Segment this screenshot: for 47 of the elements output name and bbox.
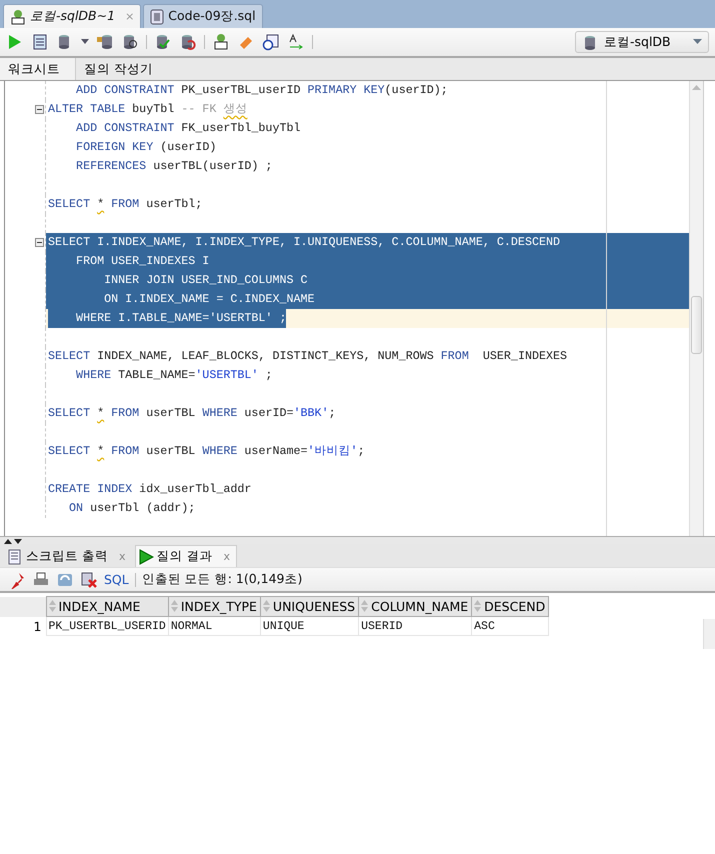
results-tab[interactable]: 질의 결과 x: [134, 545, 237, 567]
script-icon[interactable]: [31, 33, 49, 51]
code-line: CREATE INDEX idx_userTbl_addr: [48, 481, 252, 498]
document-icon: [7, 548, 23, 564]
clear-icon[interactable]: [80, 570, 98, 588]
code-line: SELECT INDEX_NAME, LEAF_BLOCKS, DISTINCT_KEYS, NUM_ROWS FROM USER_INDEXES: [48, 348, 568, 365]
results-tab[interactable]: 스크립트 출력 x: [4, 545, 132, 567]
rollback-icon[interactable]: [179, 33, 197, 51]
code-line: SELECT * FROM userTBL WHERE userID='BBK';: [48, 405, 336, 422]
table-cell: UNIQUE: [260, 616, 359, 636]
code-line: ON userTbl (addr);: [68, 500, 196, 517]
table-cell: ASC: [472, 616, 549, 636]
editor-tab[interactable]: 질의 작성기: [76, 58, 161, 80]
code-line: REFERENCES userTBL(userID) ;: [75, 158, 272, 175]
editor-tab[interactable]: 워크시트: [0, 58, 76, 80]
fold-icon[interactable]: [35, 105, 44, 114]
table-cell: USERID: [358, 616, 472, 636]
code-line: ADD CONSTRAINT PK_userTBL_userID PRIMARY KEY(userID);: [75, 82, 448, 99]
code-line: ALTER TABLE buyTbl -- FK 생성: [48, 101, 248, 118]
play-icon: [138, 548, 154, 564]
document-tab[interactable]: 로컬-sqlDB~1 ×: [3, 4, 142, 28]
sql-link[interactable]: SQL: [104, 572, 129, 587]
scrollbar[interactable]: [703, 619, 715, 649]
row-number: 1: [0, 616, 46, 636]
connection-dropdown[interactable]: 로컬-sqlDB: [575, 31, 709, 53]
column-header[interactable]: UNIQUENESS: [260, 596, 359, 616]
commit-icon[interactable]: [154, 33, 172, 51]
scrollbar[interactable]: [689, 81, 703, 536]
scrollbar-thumb[interactable]: [691, 296, 702, 354]
fetch-status: 인출된 모든 행: 1(0,149초): [142, 571, 302, 588]
document-tab[interactable]: Code-09장.sql: [143, 4, 263, 28]
code-line: ADD CONSTRAINT FK_userTbl_buyTbl: [75, 120, 300, 137]
column-header[interactable]: INDEX_NAME: [46, 596, 168, 616]
fold-icon[interactable]: [35, 238, 44, 247]
caret-icon[interactable]: [81, 39, 89, 45]
table-cell: NORMAL: [168, 616, 260, 636]
code-line: SELECT * FROM userTBL WHERE userName='바비킴';: [48, 443, 365, 460]
column-header[interactable]: INDEX_TYPE: [168, 596, 260, 616]
text-case-icon[interactable]: [287, 33, 305, 51]
caret-icon: [693, 39, 702, 45]
column-header[interactable]: DESCEND: [472, 596, 549, 616]
code-line: SELECT * FROM userTbl;: [48, 196, 202, 213]
code-line: WHERE TABLE_NAME='USERTBL' ;: [75, 367, 272, 384]
column-header[interactable]: COLUMN_NAME: [358, 596, 472, 616]
search-icon[interactable]: [121, 33, 139, 51]
table-cell: PK_USERTBL_USERID: [46, 616, 168, 636]
code-line: FOREIGN KEY (userID): [75, 139, 216, 156]
